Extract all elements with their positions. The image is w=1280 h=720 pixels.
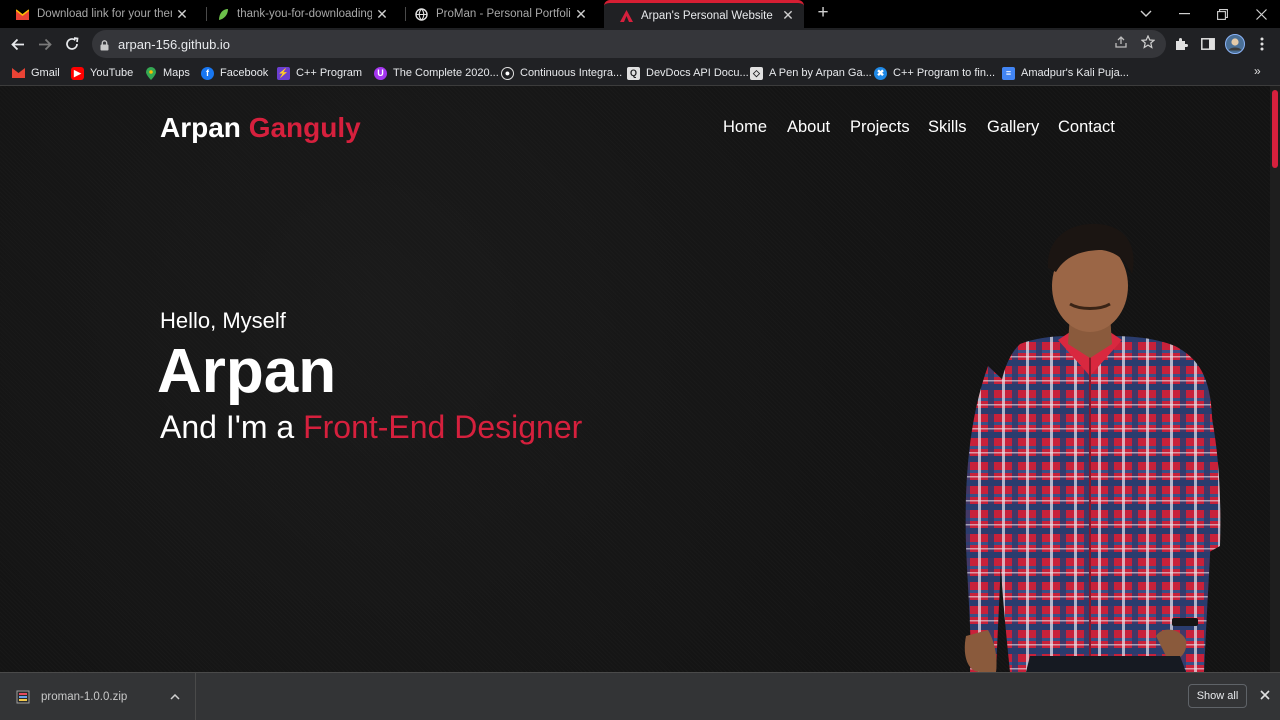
nav-contact[interactable]: Contact bbox=[1058, 118, 1115, 137]
maps-icon bbox=[144, 66, 157, 80]
zip-file-icon bbox=[16, 690, 30, 704]
devdocs-icon: Q bbox=[627, 66, 640, 80]
hero-role-title: Front-End Designer bbox=[303, 409, 583, 445]
logo-last-name: Ganguly bbox=[248, 112, 361, 143]
bookmark-cpp-program[interactable]: ⚡ C++ Program bbox=[277, 64, 362, 82]
nav-gallery[interactable]: Gallery bbox=[987, 118, 1039, 137]
extensions-icon[interactable] bbox=[1169, 32, 1193, 56]
share-icon[interactable] bbox=[1114, 35, 1128, 52]
browser-toolbar: arpan-156.github.io bbox=[0, 28, 1280, 60]
bookmark-codepen[interactable]: ◇ A Pen by Arpan Ga... bbox=[750, 64, 872, 82]
bookmark-label: A Pen by Arpan Ga... bbox=[769, 67, 872, 79]
cpp-icon: ⚡ bbox=[277, 66, 290, 80]
bookmark-devdocs[interactable]: Q DevDocs API Docu... bbox=[627, 64, 749, 82]
hero-name: Arpan bbox=[157, 337, 337, 406]
hero-role: And I'm a Front-End Designer bbox=[160, 409, 582, 446]
site-icon bbox=[620, 9, 633, 22]
bookmark-label: C++ Program to fin... bbox=[893, 67, 996, 79]
tab-proman[interactable]: ProMan - Personal Portfolio HTM ✕ bbox=[399, 0, 597, 28]
bookmark-label: Maps bbox=[163, 67, 190, 79]
scrollbar-thumb[interactable] bbox=[1272, 90, 1278, 168]
site-logo[interactable]: Arpan Ganguly bbox=[160, 112, 361, 144]
download-bar: proman-1.0.0.zip Show all bbox=[0, 672, 1280, 720]
youtube-icon: ▶ bbox=[71, 66, 84, 80]
bookmark-youtube[interactable]: ▶ YouTube bbox=[71, 64, 133, 82]
bookmark-maps[interactable]: Maps bbox=[144, 64, 190, 82]
more-bookmarks-icon[interactable]: » bbox=[1254, 64, 1261, 78]
url-text[interactable]: arpan-156.github.io bbox=[118, 37, 230, 52]
facebook-icon: f bbox=[201, 66, 214, 80]
nav-projects[interactable]: Projects bbox=[850, 118, 910, 137]
tab-title: thank-you-for-downloading - Th bbox=[237, 8, 372, 20]
gmail-icon bbox=[12, 67, 25, 80]
tab-arpan-website[interactable]: Arpan's Personal Website ✕ bbox=[604, 0, 804, 28]
udemy-icon: U bbox=[374, 66, 387, 80]
codepen-icon: ◇ bbox=[750, 66, 763, 80]
side-panel-icon[interactable] bbox=[1196, 32, 1220, 56]
reload-button[interactable] bbox=[60, 32, 84, 56]
close-icon[interactable]: ✕ bbox=[778, 7, 798, 24]
bookmark-label: YouTube bbox=[90, 67, 134, 79]
page-scrollbar[interactable] bbox=[1270, 86, 1280, 672]
new-tab-button[interactable]: + bbox=[812, 2, 834, 24]
bookmark-label: The Complete 2020... bbox=[393, 67, 499, 79]
cpp-icon: ✖ bbox=[874, 66, 887, 80]
address-bar[interactable]: arpan-156.github.io bbox=[92, 30, 1166, 58]
tab-title: Arpan's Personal Website bbox=[641, 9, 773, 22]
bookmark-continuous-integration[interactable]: ● Continuous Integra... bbox=[501, 64, 622, 82]
download-item[interactable]: proman-1.0.0.zip bbox=[0, 673, 196, 720]
bookmark-gmail[interactable]: Gmail bbox=[12, 64, 60, 82]
bookmark-label: Gmail bbox=[31, 67, 60, 79]
close-icon[interactable]: ✕ bbox=[172, 6, 192, 23]
hero-greeting: Hello, Myself bbox=[160, 308, 286, 333]
back-button[interactable] bbox=[6, 32, 30, 56]
close-icon[interactable]: ✕ bbox=[372, 6, 392, 23]
ci-icon: ● bbox=[501, 66, 514, 80]
minimize-icon[interactable] bbox=[1165, 0, 1203, 28]
close-icon[interactable] bbox=[1256, 687, 1274, 705]
portfolio-page: Arpan Ganguly Home About Projects Skills… bbox=[0, 86, 1270, 672]
profile-avatar[interactable] bbox=[1223, 32, 1247, 56]
bookmark-label: DevDocs API Docu... bbox=[646, 67, 749, 79]
close-icon[interactable]: ✕ bbox=[571, 6, 591, 23]
globe-icon bbox=[415, 7, 428, 21]
nav-home[interactable]: Home bbox=[723, 118, 767, 137]
tab-search-icon[interactable] bbox=[1127, 0, 1165, 28]
hero-role-prefix: And I'm a bbox=[160, 409, 295, 445]
chevron-up-icon[interactable] bbox=[165, 691, 185, 703]
docs-icon: ≡ bbox=[1002, 66, 1015, 80]
bookmark-udemy-course[interactable]: U The Complete 2020... bbox=[374, 64, 499, 82]
nav-skills[interactable]: Skills bbox=[928, 118, 967, 137]
logo-first-name: Arpan bbox=[160, 112, 241, 143]
tab-gmail[interactable]: Download link for your theme is ✕ bbox=[0, 0, 198, 28]
bookmark-facebook[interactable]: f Facebook bbox=[201, 64, 268, 82]
lock-icon bbox=[100, 38, 109, 56]
bookmark-cpp-program-find[interactable]: ✖ C++ Program to fin... bbox=[874, 64, 995, 82]
leaf-icon bbox=[216, 8, 229, 21]
bookmarks-bar: Gmail ▶ YouTube Maps f Facebook ⚡ C++ Pr… bbox=[0, 60, 1280, 86]
profile-photo bbox=[964, 223, 1221, 672]
tab-thank-you[interactable]: thank-you-for-downloading - Th ✕ bbox=[200, 0, 398, 28]
tab-title: ProMan - Personal Portfolio HTM bbox=[436, 8, 571, 20]
bookmark-label: Facebook bbox=[220, 67, 269, 79]
tab-title: Download link for your theme is bbox=[37, 8, 172, 20]
window-close-icon[interactable] bbox=[1242, 0, 1280, 28]
bookmark-kali-puja[interactable]: ≡ Amadpur's Kali Puja... bbox=[1002, 64, 1129, 82]
bookmark-label: Continuous Integra... bbox=[520, 67, 623, 79]
restore-icon[interactable] bbox=[1203, 0, 1241, 28]
bookmark-label: Amadpur's Kali Puja... bbox=[1021, 67, 1129, 79]
star-icon[interactable] bbox=[1140, 34, 1156, 52]
download-filename: proman-1.0.0.zip bbox=[41, 690, 128, 703]
tab-strip: Download link for your theme is ✕ thank-… bbox=[0, 0, 1280, 28]
nav-about[interactable]: About bbox=[787, 118, 830, 137]
show-all-button[interactable]: Show all bbox=[1188, 684, 1247, 708]
gmail-icon bbox=[16, 8, 29, 21]
forward-button[interactable] bbox=[33, 32, 57, 56]
menu-icon[interactable] bbox=[1250, 32, 1274, 56]
bookmark-label: C++ Program bbox=[296, 67, 363, 79]
